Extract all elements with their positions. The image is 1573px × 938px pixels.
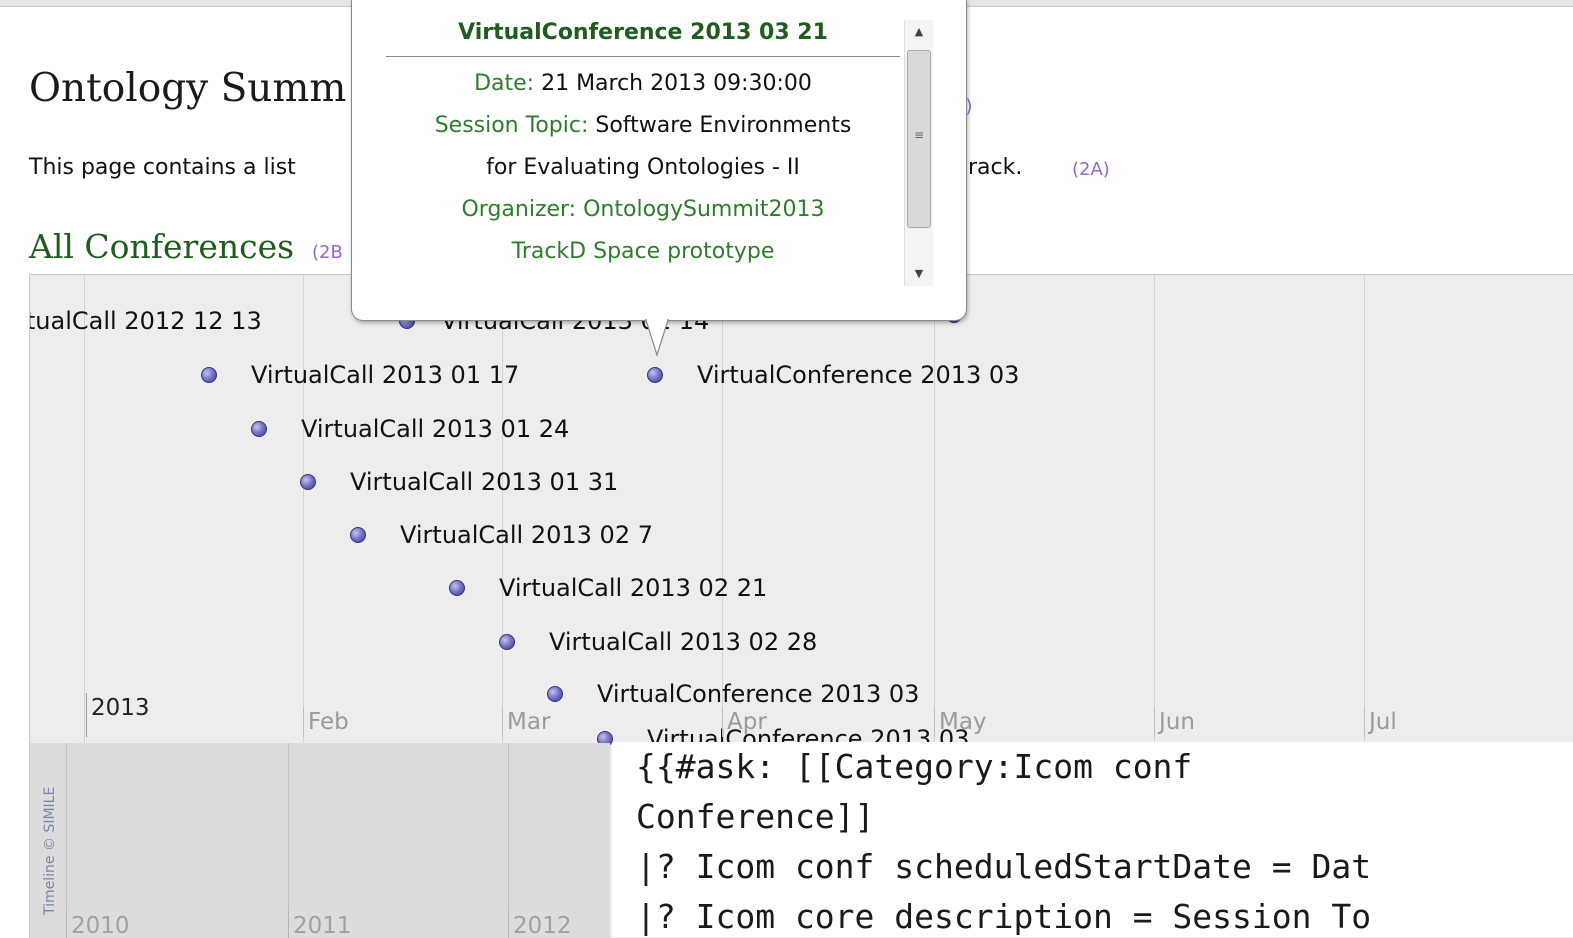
popup-topic-label: Session Topic:	[434, 113, 589, 138]
event-info-popup: VirtualConference 2013 03 21 Date: 21 Ma…	[351, 0, 967, 321]
event-dot-icon[interactable]	[350, 527, 366, 543]
event-dot-icon[interactable]	[547, 686, 563, 702]
intro-section-marker[interactable]: (2A)	[1072, 159, 1110, 180]
grid-line	[66, 743, 67, 938]
timeline-month-label: May	[934, 707, 987, 737]
timeline-event[interactable]: VirtualCall 2013 01 31	[300, 468, 618, 496]
timeline-overview-year: 2012	[508, 911, 572, 938]
grid-line	[722, 275, 723, 743]
popup-topic-row-2: for Evaluating Ontologies - II	[486, 155, 800, 180]
section-heading-all-conferences: All Conferences	[29, 227, 295, 266]
scroll-down-arrow-icon[interactable]: ▼	[905, 262, 933, 286]
event-dot-icon[interactable]	[251, 421, 267, 437]
timeline-event-label[interactable]: VirtualCall 2013 01 31	[350, 468, 618, 496]
popup-body: Date: 21 March 2013 09:30:00 Session Top…	[386, 57, 900, 273]
timeline-event-selected[interactable]: VirtualConference 2013 03	[647, 361, 1019, 389]
timeline-overview-year: 2010	[66, 911, 130, 938]
timeline-event[interactable]: VirtualCall 2013 01 17	[201, 361, 519, 389]
heading-section-marker[interactable]: (2B	[312, 242, 343, 263]
grid-line	[84, 275, 85, 743]
timeline-event-label[interactable]: rtualCall 2012 12 13	[30, 307, 262, 335]
timeline-month-label: Apr	[722, 707, 767, 737]
scroll-thumb[interactable]: ≡	[907, 50, 931, 228]
intro-text-tail: rack.	[968, 155, 1022, 180]
code-line: |? Icom core description = Session To	[636, 897, 1372, 936]
popup-organizer-value[interactable]: OntologySummit2013	[583, 197, 824, 222]
timeline-event-label[interactable]: VirtualCall 2013 01 24	[301, 415, 569, 443]
popup-topic-value: Software Environments	[595, 113, 852, 138]
timeline-month-label: Jun	[1154, 707, 1195, 737]
timeline-upper-band[interactable]: rtualCall 2012 12 13 VirtualCall 2013 02…	[30, 275, 1573, 753]
timeline-event-label[interactable]: VirtualConference 2013 03	[697, 361, 1019, 389]
timeline-year-label: 2013	[86, 693, 150, 737]
code-line: Conference]]	[636, 797, 875, 836]
page-title: Ontology Summ	[29, 66, 347, 111]
popup-scrollbar[interactable]: ▲ ≡ ▼	[904, 20, 933, 286]
popup-content: VirtualConference 2013 03 21 Date: 21 Ma…	[386, 12, 900, 273]
timeline-event[interactable]: rtualCall 2012 12 13	[30, 307, 262, 335]
popup-date-label: Date:	[474, 71, 535, 96]
event-dot-icon[interactable]	[647, 367, 663, 383]
timeline-event[interactable]: VirtualCall 2013 01 24	[251, 415, 569, 443]
timeline-event[interactable]: VirtualCall 2013 02 28	[499, 628, 817, 656]
scroll-up-arrow-icon[interactable]: ▲	[905, 20, 933, 44]
grid-line	[502, 275, 503, 743]
timeline-event-label[interactable]: VirtualCall 2013 01 17	[251, 361, 519, 389]
grid-line	[303, 275, 304, 743]
popup-organizer-label: Organizer:	[461, 197, 577, 222]
timeline-credit[interactable]: Timeline © SIMILE	[42, 787, 58, 915]
timeline-event[interactable]: VirtualConference 2013 03	[547, 680, 919, 708]
grip-icon: ≡	[914, 128, 925, 142]
timeline-month-label: Mar	[502, 707, 550, 737]
popup-pointer-fill	[646, 318, 668, 353]
timeline-event-label[interactable]: VirtualCall 2013 02 21	[499, 574, 767, 602]
grid-line	[508, 743, 509, 938]
code-line: |? Icom conf scheduledStartDate = Dat	[636, 847, 1372, 886]
intro-tail-text: rack.	[968, 155, 1023, 180]
timeline-event[interactable]: VirtualCall 2013 02 7	[350, 521, 653, 549]
popup-date-value: 21 March 2013 09:30:00	[541, 71, 812, 96]
grid-line	[934, 275, 935, 743]
popup-date-row: Date: 21 March 2013 09:30:00	[386, 63, 900, 105]
popup-extra-link[interactable]: TrackD Space prototype	[386, 231, 900, 273]
popup-organizer-row: Organizer: OntologySummit2013	[386, 189, 900, 231]
timeline-month-label: Jul	[1364, 707, 1397, 737]
timeline-overview-year: 2011	[288, 911, 352, 938]
code-line: {{#ask: [[Category:Icom conf	[636, 747, 1193, 786]
wiki-source-code: {{#ask: [[Category:Icom conf Conference]…	[612, 742, 1573, 937]
grid-line	[288, 743, 289, 938]
intro-text: This page contains a list	[29, 155, 296, 180]
popup-title: VirtualConference 2013 03 21	[386, 12, 900, 57]
event-dot-icon[interactable]	[449, 580, 465, 596]
timeline-month-label: Feb	[303, 707, 349, 737]
event-dot-icon[interactable]	[201, 367, 217, 383]
timeline-event-label[interactable]: VirtualCall 2013 02 28	[549, 628, 817, 656]
timeline-event-label[interactable]: VirtualCall 2013 02 7	[400, 521, 653, 549]
timeline-event[interactable]: VirtualCall 2013 02 21	[449, 574, 767, 602]
grid-line	[1364, 275, 1365, 743]
event-dot-icon[interactable]	[499, 634, 515, 650]
timeline-lower-band[interactable]: 2010 2011 2012	[30, 743, 610, 938]
popup-topic-row: Session Topic: Software Environments	[386, 105, 900, 147]
grid-line	[1154, 275, 1155, 743]
timeline-event-label[interactable]: VirtualConference 2013 03	[597, 680, 919, 708]
event-dot-icon[interactable]	[300, 474, 316, 490]
